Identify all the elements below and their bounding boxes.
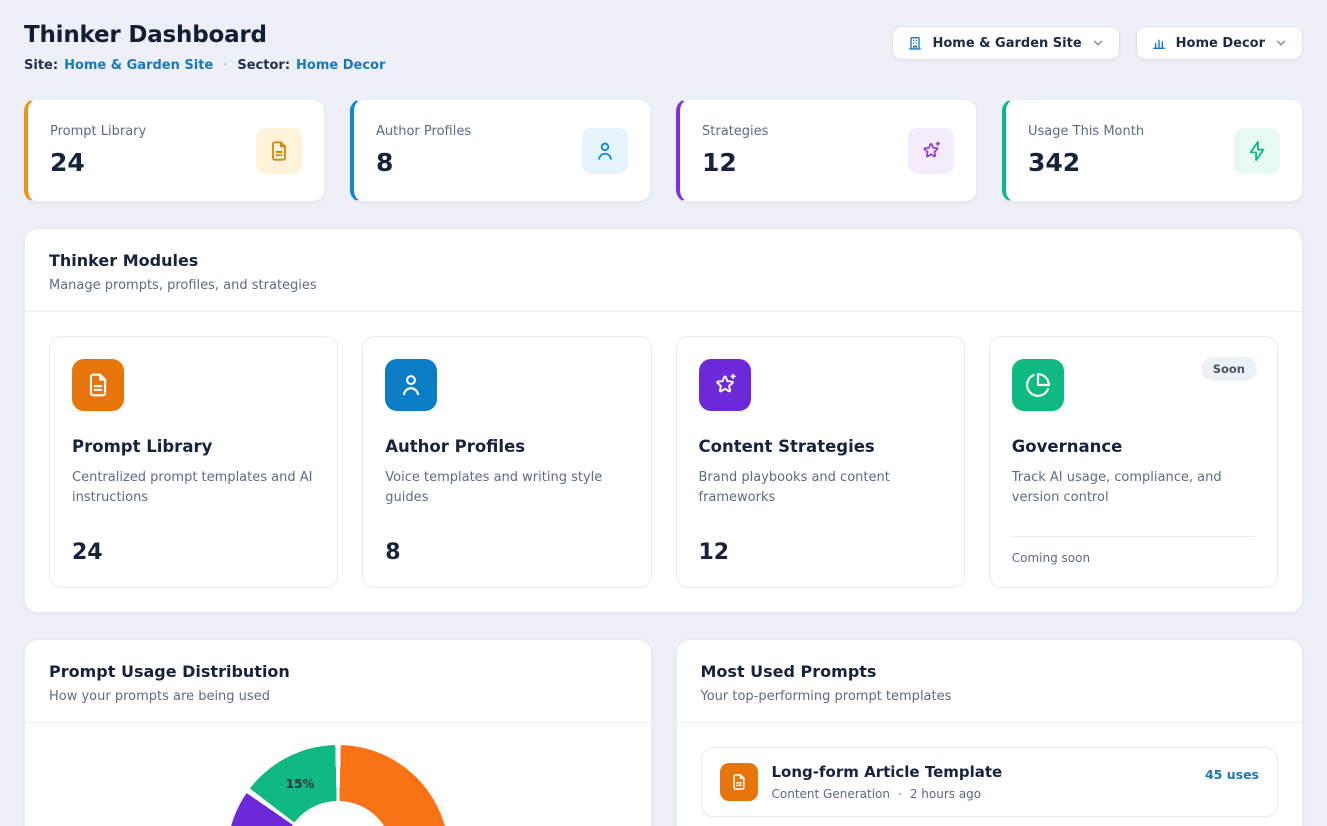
stat-card-author-profiles: Author Profiles 8: [350, 99, 651, 202]
thinker-modules-panel: Thinker Modules Manage prompts, profiles…: [24, 228, 1303, 613]
prompt-list: Long-form Article Template Content Gener…: [677, 723, 1303, 826]
module-title: Governance: [1012, 437, 1255, 456]
stat-value: 8: [376, 148, 471, 177]
stats-row: Prompt Library 24 Author Profiles 8 Stra…: [24, 99, 1303, 202]
modules-panel-header: Thinker Modules Manage prompts, profiles…: [25, 229, 1302, 312]
prompt-info: Long-form Article Template Content Gener…: [772, 763, 1191, 801]
stat-text: Author Profiles 8: [376, 124, 471, 177]
page-title: Thinker Dashboard: [24, 22, 385, 48]
site-selector-dropdown[interactable]: Home & Garden Site: [892, 26, 1119, 60]
module-card-author-profiles[interactable]: Author Profiles Voice templates and writ…: [362, 336, 651, 588]
site-link[interactable]: Home & Garden Site: [64, 58, 213, 73]
stat-card-strategies: Strategies 12: [676, 99, 977, 202]
modules-grid: Prompt Library Centralized prompt templa…: [25, 312, 1302, 612]
stat-value: 342: [1028, 148, 1144, 177]
breadcrumb: Site: Home & Garden Site · Sector: Home …: [24, 58, 385, 73]
dashboard-page: Thinker Dashboard Site: Home & Garden Si…: [0, 0, 1327, 826]
module-count: 12: [699, 540, 942, 565]
site-selector-label: Home & Garden Site: [932, 36, 1081, 51]
document-icon: [256, 128, 302, 174]
document-icon: [72, 359, 124, 411]
sector-label: Sector:: [237, 58, 290, 73]
sector-selector-dropdown[interactable]: Home Decor: [1136, 26, 1303, 60]
module-description: Voice templates and writing style guides: [385, 468, 628, 507]
stat-text: Strategies 12: [702, 124, 768, 177]
sector-selector-label: Home Decor: [1176, 36, 1265, 51]
soon-badge: Soon: [1201, 357, 1257, 381]
sector-link[interactable]: Home Decor: [296, 58, 385, 73]
donut-chart[interactable]: [227, 745, 449, 826]
sparkles-icon: [699, 359, 751, 411]
module-card-content-strategies[interactable]: Content Strategies Brand playbooks and c…: [676, 336, 965, 588]
prompt-category: Content Generation: [772, 787, 890, 801]
topbar-actions: Home & Garden Site Home Decor: [892, 26, 1303, 60]
prompt-title: Long-form Article Template: [772, 763, 1191, 781]
usage-distribution-panel: Prompt Usage Distribution How your promp…: [24, 639, 652, 826]
module-description: Track AI usage, compliance, and version …: [1012, 468, 1255, 507]
module-title: Author Profiles: [385, 437, 628, 456]
usage-title: Prompt Usage Distribution: [49, 662, 627, 681]
module-title: Content Strategies: [699, 437, 942, 456]
module-card-prompt-library[interactable]: Prompt Library Centralized prompt templa…: [49, 336, 338, 588]
user-icon: [582, 128, 628, 174]
stat-card-prompt-library: Prompt Library 24: [24, 99, 325, 202]
most-used-prompts-panel: Most Used Prompts Your top-performing pr…: [676, 639, 1304, 826]
module-description: Centralized prompt templates and AI inst…: [72, 468, 315, 507]
bar-chart-icon: [1151, 35, 1167, 51]
modules-subtitle: Manage prompts, profiles, and strategies: [49, 278, 1278, 293]
building-icon: [907, 35, 923, 51]
module-count: 24: [72, 540, 315, 565]
donut-segment-label: 15%: [286, 777, 315, 791]
stat-label: Prompt Library: [50, 124, 146, 139]
stat-label: Strategies: [702, 124, 768, 139]
module-card-governance[interactable]: Soon Governance Track AI usage, complian…: [989, 336, 1278, 588]
usage-panel-header: Prompt Usage Distribution How your promp…: [25, 640, 651, 723]
prompts-subtitle: Your top-performing prompt templates: [701, 689, 1279, 704]
sparkles-icon: [908, 128, 954, 174]
pie-chart-icon: [1012, 359, 1064, 411]
donut-chart-area: 15%: [25, 723, 651, 826]
module-description: Brand playbooks and content frameworks: [699, 468, 942, 507]
user-icon: [385, 359, 437, 411]
lightning-icon: [1234, 128, 1280, 174]
stat-card-usage: Usage This Month 342: [1002, 99, 1303, 202]
prompts-title: Most Used Prompts: [701, 662, 1279, 681]
usage-subtitle: How your prompts are being used: [49, 689, 627, 704]
prompt-list-item[interactable]: Long-form Article Template Content Gener…: [701, 747, 1279, 817]
site-label: Site:: [24, 58, 58, 73]
modules-title: Thinker Modules: [49, 251, 1278, 270]
prompt-meta: Content Generation · 2 hours ago: [772, 787, 1191, 801]
stat-text: Prompt Library 24: [50, 124, 146, 177]
coming-soon-note: Coming soon: [1012, 536, 1255, 565]
stat-value: 12: [702, 148, 768, 177]
topbar: Thinker Dashboard Site: Home & Garden Si…: [24, 22, 1303, 73]
prompt-uses-badge: 45 uses: [1205, 767, 1259, 782]
prompts-panel-header: Most Used Prompts Your top-performing pr…: [677, 640, 1303, 723]
bottom-row: Prompt Usage Distribution How your promp…: [24, 639, 1303, 826]
stat-label: Author Profiles: [376, 124, 471, 139]
document-icon: [720, 763, 758, 801]
prompt-time: 2 hours ago: [910, 787, 981, 801]
separator-dot: ·: [223, 58, 227, 73]
stat-text: Usage This Month 342: [1028, 124, 1144, 177]
meta-dot: ·: [898, 787, 902, 801]
module-count: 8: [385, 540, 628, 565]
stat-value: 24: [50, 148, 146, 177]
stat-label: Usage This Month: [1028, 124, 1144, 139]
chevron-down-icon: [1091, 36, 1105, 50]
module-title: Prompt Library: [72, 437, 315, 456]
title-block: Thinker Dashboard Site: Home & Garden Si…: [24, 22, 385, 73]
chevron-down-icon: [1274, 36, 1288, 50]
